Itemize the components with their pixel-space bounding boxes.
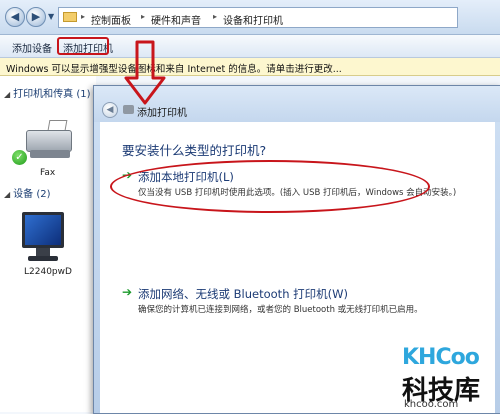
fax-device-label: Fax — [40, 168, 56, 178]
add-printer-highlight-box — [57, 37, 109, 55]
add-device-button[interactable]: 添加设备 — [12, 40, 52, 55]
info-bar[interactable]: Windows 可以显示增强型设备图标和来自 Internet 的信息。请单击进… — [0, 58, 500, 76]
address-box[interactable]: ▸ 控制面板 ▸ 硬件和声音 ▸ 设备和打印机 — [58, 7, 458, 28]
devices-group-header[interactable]: ◢ 设备 (2) — [4, 185, 51, 200]
breadcrumb-hardware-sound[interactable]: 硬件和声音 — [151, 12, 201, 27]
back-arrow-icon: ◀ — [106, 105, 114, 115]
fax-printer-icon[interactable] — [22, 120, 74, 162]
collapse-triangle-icon: ◢ — [4, 90, 11, 99]
back-button[interactable]: ◀ — [5, 7, 25, 27]
monitor-device-label: L2240pwD — [24, 267, 72, 277]
dialog-title: 添加打印机 — [137, 108, 187, 119]
watermark-url: khcoo.com — [404, 399, 459, 410]
devices-group-label: 设备 (2) — [13, 189, 51, 200]
default-printer-check-icon: ✓ — [12, 150, 27, 165]
back-arrow-icon: ◀ — [10, 10, 20, 23]
khcoo-logo: KHCoo — [402, 345, 480, 370]
logo-prefix: KH — [402, 345, 436, 370]
red-down-arrow-icon — [124, 40, 166, 105]
printers-group-label: 打印机和传真 (1) — [13, 89, 91, 100]
logo-suffix: Coo — [435, 345, 479, 370]
add-network-printer-desc: 确保您的计算机已连接到网络，或者您的 Bluetooth 或无线打印机已启用。 — [138, 305, 423, 315]
green-arrow-icon: ➔ — [122, 285, 133, 299]
forward-button[interactable]: ▶ — [26, 7, 46, 27]
breadcrumb-separator-icon: ▸ — [141, 12, 146, 21]
printer-small-icon — [123, 105, 134, 114]
monitor-device-icon[interactable] — [22, 212, 68, 264]
breadcrumb-separator-icon: ▸ — [81, 12, 86, 21]
breadcrumb-separator-icon: ▸ — [213, 12, 218, 21]
local-printer-highlight-oval — [110, 160, 430, 213]
dialog-back-button[interactable]: ◀ — [102, 102, 118, 118]
forward-arrow-icon: ▶ — [31, 10, 41, 23]
address-bar-area: ◀ ▶ ▼ ▸ 控制面板 ▸ 硬件和声音 ▸ 设备和打印机 — [0, 0, 500, 35]
printers-group-header[interactable]: ◢ 打印机和传真 (1) — [4, 85, 91, 100]
breadcrumb-devices-printers[interactable]: 设备和打印机 — [223, 12, 283, 27]
control-panel-folder-icon — [63, 12, 77, 22]
recent-pages-chevron-icon[interactable]: ▼ — [48, 12, 54, 21]
add-network-printer-option[interactable]: 添加网络、无线或 Bluetooth 打印机(W) — [138, 286, 348, 302]
info-bar-text: Windows 可以显示增强型设备图标和来自 Internet 的信息。请单击进… — [6, 64, 342, 75]
dialog-question: 要安装什么类型的打印机? — [122, 143, 267, 158]
collapse-triangle-icon: ◢ — [4, 190, 11, 199]
breadcrumb-control-panel[interactable]: 控制面板 — [91, 12, 131, 27]
